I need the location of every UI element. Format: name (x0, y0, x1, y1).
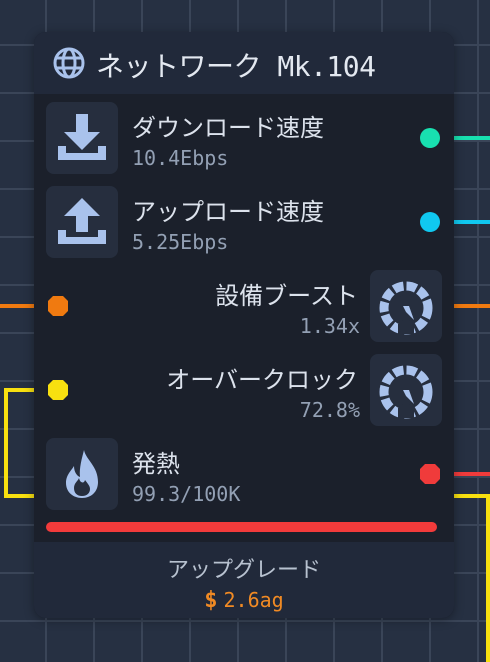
heat-tile[interactable] (46, 438, 118, 510)
boost-input-port[interactable] (47, 295, 69, 317)
upgrade-price: $2.6ag (34, 588, 454, 613)
overclock-input-port[interactable] (47, 379, 69, 401)
node-header[interactable]: ネットワーク Mk.104 (34, 32, 454, 94)
heat-label: 発熱 (132, 450, 180, 478)
equipment-boost-label: 設備ブースト (215, 282, 358, 310)
heat-value: 99.3/100K (132, 482, 241, 506)
heat-output-port[interactable] (419, 463, 441, 485)
upload-output-port[interactable] (419, 211, 441, 233)
download-speed-label: ダウンロード速度 (132, 114, 324, 142)
upload-icon (58, 198, 106, 244)
upload-speed-label: アップロード速度 (132, 198, 324, 226)
upload-speed-value: 5.25Ebps (132, 230, 229, 254)
upgrade-cost: 2.6ag (223, 588, 284, 612)
heat-bar (46, 522, 438, 532)
download-tile[interactable] (46, 102, 118, 174)
upgrade-label: アップグレード (166, 558, 321, 583)
wire-yellow-right (450, 494, 490, 498)
upload-tile[interactable] (46, 186, 118, 258)
speedometer-icon (379, 365, 433, 419)
equipment-boost-tile[interactable] (370, 270, 442, 342)
wire-boost-right (450, 304, 490, 308)
wire-yellow-down (486, 494, 490, 662)
download-speed-value: 10.4Ebps (132, 146, 229, 170)
speedometer-icon (379, 281, 433, 335)
node-title: ネットワーク Mk.104 (96, 50, 376, 83)
overclock-value: 72.8% (299, 398, 360, 422)
flame-icon (66, 450, 98, 498)
overclock-tile[interactable] (370, 354, 442, 426)
download-icon (58, 114, 106, 160)
currency-icon: $ (204, 588, 218, 613)
wire-overclock (4, 390, 8, 498)
overclock-label: オーバークロック (166, 366, 358, 394)
network-node-panel[interactable]: ネットワーク Mk.104 ダウンロード速度 10.4Ebps アップロード速度… (34, 32, 454, 618)
download-output-port[interactable] (419, 127, 441, 149)
globe-icon (53, 47, 85, 79)
equipment-boost-value: 1.34x (299, 314, 360, 338)
